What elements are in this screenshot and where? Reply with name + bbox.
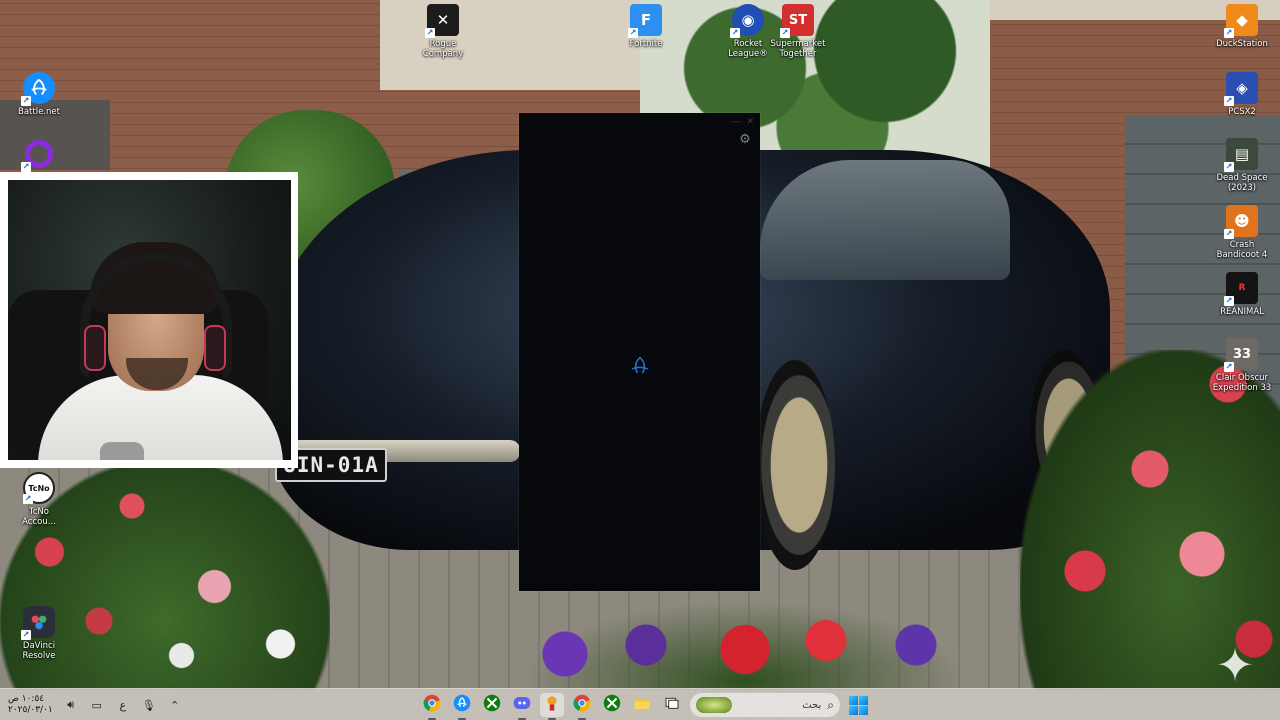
microphone-icon[interactable]: 🎙︎ [141,699,157,712]
desktop-icon-label: TcNo Accou... [22,507,56,527]
taskbar-battlenet[interactable] [450,693,474,720]
desktop-icon-label: Supermarket Together [770,39,826,59]
desktop-icon-dead-space[interactable]: ▤ Dead Space (2023) [1204,138,1280,193]
reanimal-icon: R [1224,272,1258,306]
desktop-icon-reanimal[interactable]: R REANIMAL [1204,272,1280,317]
taskbar-clock[interactable]: ١٠:٥٤ ص ٢٠٢٥/٠٣/٠١ [8,694,53,716]
circle-app-icon [21,138,55,172]
desktop-icon-rogue-company[interactable]: ✕ Rogue Company [405,4,481,59]
desktop-icon-fortnite[interactable]: F Fortnite [608,4,684,49]
microphone-icon [100,442,144,460]
desktop-icon-battlenet[interactable]: Battle.net [1,72,77,117]
system-tray: ١٠:٥٤ ص ٢٠٢٥/٠٣/٠١ 🔊︎ ▭ ع 🎙︎ ⌃ [8,689,183,720]
taskbar-streaming-app[interactable] [540,693,564,720]
rogue-company-icon: ✕ [425,4,459,38]
desktop-icon-label: Rogue Company [422,39,464,59]
windows-logo-icon [848,695,858,705]
speaker-icon[interactable]: 🔊︎ [63,698,79,712]
davinci-resolve-icon [21,606,55,640]
taskbar-xbox-2[interactable] [600,693,624,717]
desktop-icon-circle-app[interactable] [1,138,77,172]
desktop-icon-label: Crash Bandicoot 4 [1216,240,1268,260]
chrome-icon [573,694,591,716]
dead-space-icon: ▤ [1224,138,1258,172]
search-placeholder: بحث [802,699,822,711]
clair-obscur-icon: 33 [1224,338,1258,372]
battlenet-launcher-window[interactable]: — ✕ ⚙ [519,113,760,591]
discord-icon [513,694,531,716]
network-icon[interactable]: ▭ [89,699,105,712]
supermarket-together-icon: ST [780,4,814,38]
gear-icon[interactable]: ⚙ [738,133,752,147]
clock-time: ١٠:٥٤ ص [8,694,45,704]
search-icon: ⌕ [827,697,834,712]
taskbar-task-view[interactable] [660,693,684,717]
desktop-icon-label: DuckStation [1216,39,1268,49]
chevron-up-icon[interactable]: ⌃ [167,699,183,712]
desktop-icon-pcsx2[interactable]: ◈ PCSX2 [1204,72,1280,117]
fortnite-icon: F [628,4,662,38]
taskbar: ١٠:٥٤ ص ٢٠٢٥/٠٣/٠١ 🔊︎ ▭ ع 🎙︎ ⌃ بحث ⌕ [0,688,1280,720]
clock-date: ٢٠٢٥/٠٣/٠١ [8,705,53,715]
folder-icon [633,694,651,716]
tcno-icon: TcNo [23,472,55,504]
taskbar-discord[interactable] [510,693,534,720]
crash-bandicoot-icon: ☻ [1224,205,1258,239]
desktop-icon-tcno[interactable]: TcNo TcNo Accou... [1,472,77,527]
taskbar-xbox[interactable] [480,693,504,717]
minimize-icon[interactable]: — [731,117,740,127]
desktop-icon-duckstation[interactable]: ◆ DuckStation [1204,4,1280,49]
chrome-icon [423,694,441,716]
wallpaper-flowers-middle [520,600,970,690]
taskbar-file-explorer[interactable] [630,693,654,717]
duckstation-icon: ◆ [1224,4,1258,38]
taskbar-search[interactable]: بحث ⌕ [690,693,840,717]
wallpaper-car-window [760,160,1010,280]
desktop-icon-supermarket-together[interactable]: ST Supermarket Together [760,4,836,59]
desktop-icon-label: Dead Space (2023) [1216,173,1268,193]
search-highlight-image [696,697,732,713]
headset-earcup-left [84,325,106,371]
battlenet-icon [453,694,471,716]
desktop-icon-label: PCSX2 [1228,107,1256,117]
desktop-icon-crash-bandicoot[interactable]: ☻ Crash Bandicoot 4 [1204,205,1280,260]
taskbar-chrome[interactable] [420,693,444,720]
sparkle-icon: ✦ [1215,638,1255,692]
wallpaper-car-wheel-front [755,360,835,570]
xbox-icon [483,694,501,716]
taskbar-apps: بحث ⌕ [420,689,870,720]
desktop-icon-davinci-resolve[interactable]: DaVinci Resolve [1,606,77,661]
taskbar-chrome-2[interactable] [570,693,594,720]
webcam-feed [8,180,291,460]
desktop-icon-label: DaVinci Resolve [22,641,56,661]
desktop-icon-label: Fortnite [629,39,663,49]
close-icon[interactable]: ✕ [746,117,754,127]
headset-earcup-right [204,325,226,371]
battlenet-icon [21,72,55,106]
xbox-icon [603,694,621,716]
pcsx2-icon: ◈ [1224,72,1258,106]
loading-spinner-icon [629,355,651,377]
desktop-icon-clair-obscur[interactable]: 33 Clair Obscur Expedition 33 [1204,338,1280,393]
window-controls: — ✕ [731,117,754,127]
start-button[interactable] [846,693,870,717]
webcam-overlay [0,172,298,468]
desktop-icon-label: REANIMAL [1220,307,1264,317]
desktop-icon-label: Battle.net [18,107,60,117]
language-indicator[interactable]: ع [115,699,131,712]
task-view-icon [664,695,680,715]
desktop-icon-label: Clair Obscur Expedition 33 [1212,373,1272,393]
streaming-app-icon [543,694,561,716]
